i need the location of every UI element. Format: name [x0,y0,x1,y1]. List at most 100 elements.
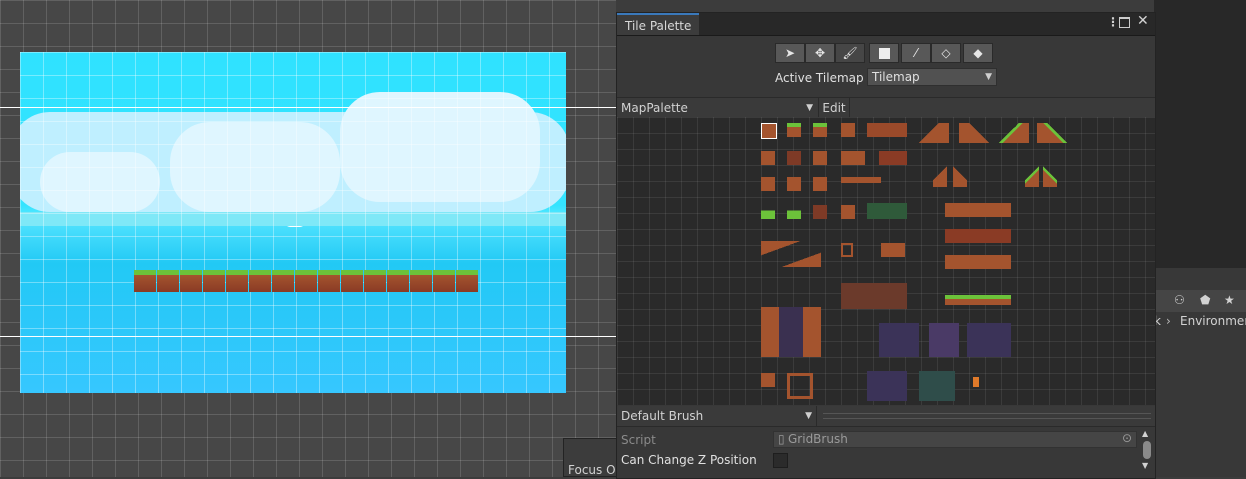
active-tilemap-label: Active Tilemap [775,71,864,85]
breadcrumb-environment[interactable]: Environment [1180,314,1246,328]
palette-tile[interactable] [867,203,907,219]
picker-tool-button[interactable]: ⁄ [901,43,931,63]
scroll-down-icon[interactable]: ▼ [1142,461,1148,470]
eraser-icon: ◇ [941,46,951,60]
palette-tile[interactable] [761,151,775,165]
palette-tile[interactable] [813,177,827,191]
people-icon[interactable]: ⚇ [1174,293,1185,307]
palette-tile[interactable] [787,151,801,165]
select-tool-button[interactable]: ➤ [775,43,805,63]
palette-tile[interactable] [1043,163,1057,187]
palette-tile[interactable] [999,123,1029,143]
palette-tile[interactable] [841,151,865,165]
palette-name: MapPalette [621,101,688,115]
palette-tile[interactable] [813,151,827,165]
object-picker-icon[interactable]: ⊙ [1122,431,1132,445]
active-tilemap-dropdown[interactable]: Tilemap ▼ [867,68,997,86]
palette-tile[interactable] [945,295,1011,305]
sky-background [20,52,566,393]
palette-tile[interactable] [879,323,919,357]
palette-tile[interactable] [933,163,947,187]
can-change-z-checkbox[interactable] [773,453,788,468]
palette-tile[interactable] [813,205,827,219]
palette-tile[interactable] [959,123,989,143]
palette-tile[interactable] [841,177,881,183]
tab-tile-palette[interactable]: Tile Palette [617,13,700,35]
scrollbar-thumb[interactable] [1143,441,1151,459]
palette-tile[interactable] [1037,123,1067,143]
palette-tile[interactable] [761,241,821,267]
palette-tile[interactable] [787,123,801,137]
palette-tile[interactable] [813,123,827,137]
picker-icon: ⁄ [914,46,917,60]
maximize-icon[interactable] [1119,17,1130,28]
box-fill-icon [878,47,890,59]
splitter-handle[interactable] [823,413,1151,419]
guide-line [0,107,616,108]
palette-tile[interactable] [929,323,959,357]
palette-tile[interactable] [945,255,1011,269]
paint-tool-button[interactable]: 🖌 [835,43,865,63]
paint-brush-icon: 🖌 [842,46,858,60]
palette-tile[interactable] [867,123,907,137]
brush-bar: Default Brush ▼ [617,406,1155,427]
palette-tile[interactable] [879,151,907,165]
brush-dropdown[interactable]: Default Brush ▼ [617,406,817,426]
ground-tiles [134,270,478,292]
palette-tile[interactable] [945,229,1011,243]
select-icon: ➤ [784,46,796,60]
tag-icon[interactable]: ⬟ [1200,293,1210,307]
palette-tile[interactable] [867,371,907,401]
palette-tile-grid[interactable] [617,117,1155,405]
icon-strip: ⚇ ⬟ ★ [1154,290,1246,312]
palette-tile[interactable] [761,307,821,357]
palette-tile[interactable] [761,177,775,191]
palette-tile[interactable] [919,371,955,401]
inspector-scrollbar[interactable]: ▲ ▼ [1141,429,1153,471]
fill-tool-button[interactable]: ◆ [963,43,993,63]
palette-tile[interactable] [841,243,853,257]
palette-tile[interactable] [787,177,801,191]
palette-tile[interactable] [761,205,775,219]
script-field[interactable]: ▯ GridBrush ⊙ [773,431,1137,448]
palette-tile[interactable] [1025,163,1039,187]
chevron-down-icon: ▼ [806,103,813,113]
palette-tile[interactable] [967,323,1011,357]
move-tool-button[interactable]: ✥ [805,43,835,63]
palette-tile[interactable] [841,123,855,137]
chevron-down-icon: ▼ [985,72,992,82]
script-value: GridBrush [788,432,848,446]
star-icon[interactable]: ★ [1224,293,1235,307]
palette-tile[interactable] [945,203,1011,217]
move-icon: ✥ [814,46,826,60]
palette-tile[interactable] [787,373,813,399]
scene-grid-overlay [20,52,566,393]
tile-palette-window: Tile Palette ⋮ ✕ ➤ ✥ 🖌 ⁄ ◇ ◆ Active Tile… [616,12,1156,479]
palette-tile[interactable] [761,373,775,387]
active-tilemap-value: Tilemap [872,70,920,84]
palette-tile[interactable] [973,377,979,387]
kebab-menu-icon[interactable]: ⋮ [1107,15,1119,29]
palette-tile[interactable] [953,163,967,187]
palette-tile[interactable] [841,205,855,219]
palette-tile[interactable] [919,123,949,143]
box-fill-tool-button[interactable] [869,43,899,63]
scene-view[interactable] [0,0,616,477]
edit-button[interactable]: Edit [818,98,850,118]
scroll-up-icon[interactable]: ▲ [1142,429,1148,438]
script-file-icon: ▯ [778,432,785,446]
script-label: Script [621,433,656,447]
eraser-tool-button[interactable]: ◇ [931,43,961,63]
inspector-fragment: Focus On [563,438,623,477]
guide-line [0,336,616,337]
close-icon[interactable]: ✕ [1137,13,1149,29]
palette-bar: MapPalette ▼ Edit [617,97,1155,119]
fill-icon: ◆ [973,46,983,60]
palette-tile[interactable] [787,205,801,219]
chevron-down-icon: ▼ [805,411,812,421]
brush-name: Default Brush [621,409,704,423]
palette-tile[interactable] [881,243,905,257]
palette-dropdown[interactable]: MapPalette ▼ [617,98,817,118]
palette-tile[interactable] [841,283,907,309]
selected-tile[interactable] [761,123,777,139]
